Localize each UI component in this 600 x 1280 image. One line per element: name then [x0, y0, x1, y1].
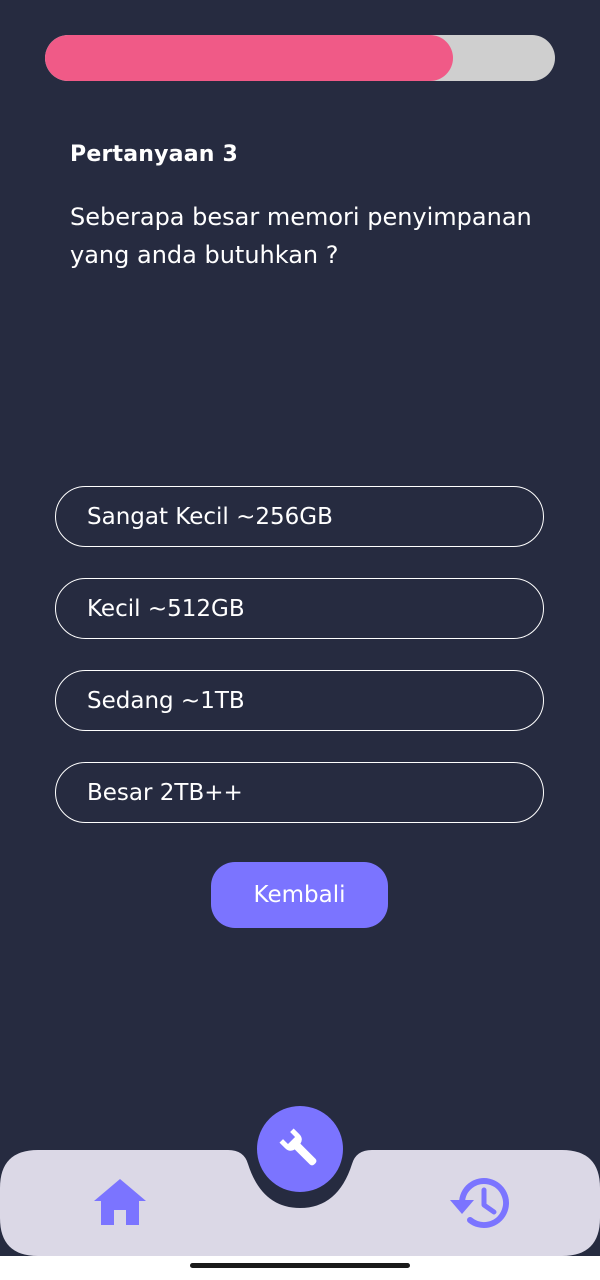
- question-text: Seberapa besar memori penyimpanan yang a…: [70, 203, 532, 269]
- answer-option-large[interactable]: Besar 2TB++: [55, 762, 544, 823]
- back-button-label: Kembali: [253, 882, 346, 908]
- answer-label: Kecil ~512GB: [87, 595, 245, 622]
- answer-label: Besar 2TB++: [87, 779, 243, 806]
- back-button[interactable]: Kembali: [211, 862, 388, 928]
- nav-history-button[interactable]: [448, 1174, 512, 1232]
- home-indicator[interactable]: [190, 1263, 410, 1268]
- answer-option-very-small[interactable]: Sangat Kecil ~256GB: [55, 486, 544, 547]
- home-icon: [94, 1179, 146, 1225]
- nav-tools-button[interactable]: [257, 1106, 343, 1192]
- answer-option-medium[interactable]: Sedang ~1TB: [55, 670, 544, 731]
- nav-home-button[interactable]: [92, 1177, 148, 1227]
- answer-label: Sedang ~1TB: [87, 687, 245, 714]
- question-number: Pertanyaan 3: [70, 142, 238, 167]
- history-icon: [450, 1178, 509, 1229]
- system-bottom-area: [0, 1256, 600, 1280]
- answer-label: Sangat Kecil ~256GB: [87, 503, 333, 530]
- progress-bar: [45, 35, 555, 81]
- answer-option-small[interactable]: Kecil ~512GB: [55, 578, 544, 639]
- wrench-icon: [279, 1128, 317, 1166]
- answer-list: Sangat Kecil ~256GB Kecil ~512GB Sedang …: [55, 486, 544, 854]
- progress-bar-fill: [45, 35, 453, 81]
